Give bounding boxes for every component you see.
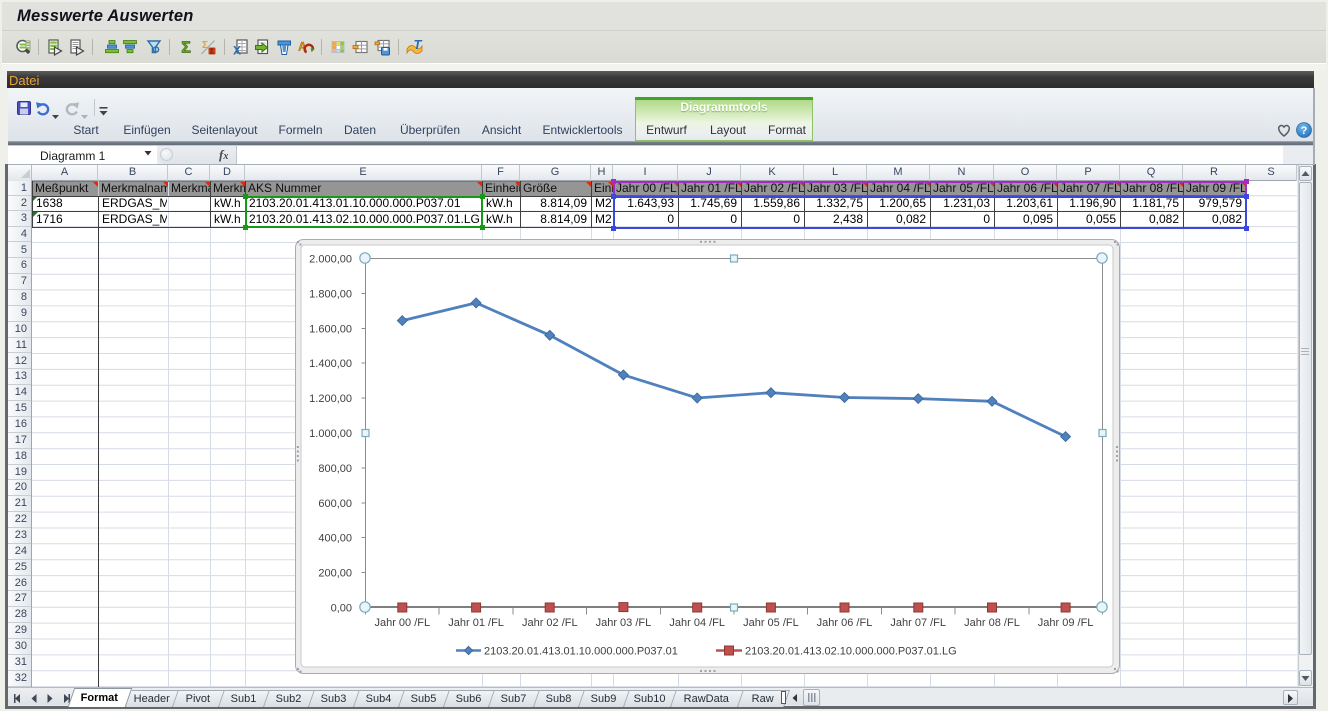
- svg-text:1.800,00: 1.800,00: [309, 288, 352, 300]
- svg-text:1.200,00: 1.200,00: [309, 393, 352, 405]
- svg-text:Σ: Σ: [181, 40, 191, 57]
- svg-text:1.600,00: 1.600,00: [309, 323, 352, 335]
- svg-text:2103.20.01.413.01.10.000.000.P: 2103.20.01.413.01.10.000.000.P037.01: [484, 646, 678, 658]
- svg-text:Σ: Σ: [202, 40, 208, 51]
- svg-text:Jahr 06 /FL: Jahr 06 /FL: [817, 617, 873, 629]
- svg-text:T: T: [414, 39, 423, 52]
- svg-text:400,00: 400,00: [318, 533, 352, 545]
- svg-text:1.000,00: 1.000,00: [309, 428, 352, 440]
- svg-text:X: X: [233, 44, 241, 57]
- svg-text:Jahr 07 /FL: Jahr 07 /FL: [890, 617, 946, 629]
- svg-text:Jahr 05 /FL: Jahr 05 /FL: [743, 617, 799, 629]
- svg-text:Jahr 09 /FL: Jahr 09 /FL: [1038, 617, 1094, 629]
- svg-text:Jahr 01 /FL: Jahr 01 /FL: [448, 617, 504, 629]
- svg-text:Jahr 00 /FL: Jahr 00 /FL: [374, 617, 430, 629]
- svg-text:Jahr 02 /FL: Jahr 02 /FL: [522, 617, 578, 629]
- svg-text:1.400,00: 1.400,00: [309, 358, 352, 370]
- svg-text:0,00: 0,00: [331, 603, 352, 615]
- svg-text:600,00: 600,00: [318, 498, 352, 510]
- svg-text:Σ: Σ: [210, 47, 215, 56]
- svg-text:200,00: 200,00: [318, 568, 352, 580]
- svg-text:800,00: 800,00: [318, 463, 352, 475]
- svg-text:?: ?: [1300, 125, 1307, 137]
- svg-text:Jahr 08 /FL: Jahr 08 /FL: [964, 617, 1020, 629]
- svg-text:Jahr 03 /FL: Jahr 03 /FL: [596, 617, 652, 629]
- svg-text:2103.20.01.413.02.10.000.000.P: 2103.20.01.413.02.10.000.000.P037.01.LG: [745, 646, 957, 658]
- svg-text:Jahr 04 /FL: Jahr 04 /FL: [669, 617, 725, 629]
- svg-text:2.000,00: 2.000,00: [309, 254, 352, 266]
